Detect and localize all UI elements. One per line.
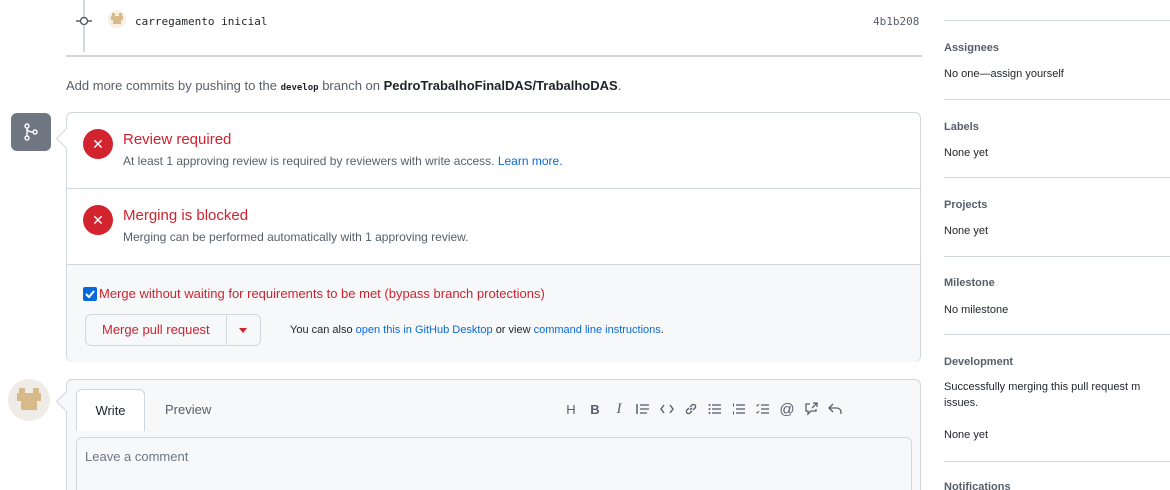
development-text-continued: issues. bbox=[944, 397, 979, 409]
reference-icon[interactable] bbox=[799, 398, 823, 420]
review-desc-text: At least 1 approving review is required … bbox=[123, 154, 495, 168]
bypass-option: Merge without waiting for requirements t… bbox=[83, 286, 545, 301]
tab-write[interactable]: Write bbox=[76, 389, 145, 431]
commit-author-avatar[interactable] bbox=[108, 10, 126, 28]
ordered-list-icon[interactable] bbox=[727, 398, 751, 420]
push-note-middle: branch on bbox=[322, 78, 381, 93]
also-suffix: . bbox=[660, 324, 664, 336]
also-middle: or view bbox=[495, 324, 531, 336]
branch-name: develop bbox=[280, 83, 319, 93]
divider bbox=[944, 461, 1170, 462]
merging-blocked-title: Merging is blocked bbox=[123, 207, 249, 224]
divider bbox=[944, 99, 1170, 100]
heading-icon[interactable]: H bbox=[559, 398, 583, 420]
unordered-list-icon[interactable] bbox=[703, 398, 727, 420]
assignees-heading[interactable]: Assignees bbox=[944, 42, 999, 54]
push-note-prefix: Add more commits by pushing to the bbox=[66, 78, 277, 93]
push-note: Add more commits by pushing to the devel… bbox=[66, 78, 621, 93]
development-heading[interactable]: Development bbox=[944, 356, 1013, 368]
merging-blocked-desc: Merging can be performed automatically w… bbox=[123, 230, 469, 244]
notifications-heading: Notifications bbox=[944, 481, 1011, 490]
merge-action-section: Merge without waiting for requirements t… bbox=[67, 265, 920, 362]
italic-icon[interactable]: I bbox=[607, 398, 631, 420]
repo-name: PedroTrabalhoFinalDAS/TrabalhoDAS bbox=[383, 78, 618, 93]
quote-icon[interactable] bbox=[631, 398, 655, 420]
link-icon[interactable] bbox=[679, 398, 703, 420]
bypass-checkbox[interactable] bbox=[83, 286, 97, 301]
task-list-icon[interactable] bbox=[751, 398, 775, 420]
merge-box: ✕ Review required At least 1 approving r… bbox=[66, 112, 921, 362]
markdown-toolbar: H B I @ bbox=[559, 398, 847, 420]
divider bbox=[66, 55, 922, 57]
labels-heading[interactable]: Labels bbox=[944, 121, 979, 133]
learn-more-link[interactable]: Learn more. bbox=[498, 154, 563, 168]
sidebar: Assignees No one—assign yourself Labels … bbox=[944, 0, 1170, 490]
git-merge-icon bbox=[11, 113, 51, 151]
push-note-suffix: . bbox=[617, 78, 622, 93]
review-required-desc: At least 1 approving review is required … bbox=[123, 154, 563, 168]
merge-pull-request-button[interactable]: Merge pull request bbox=[86, 315, 227, 345]
assignees-value[interactable]: No one—assign yourself bbox=[944, 68, 1064, 80]
merge-alternatives: You can also open this in GitHub Desktop… bbox=[290, 324, 664, 336]
bold-icon[interactable]: B bbox=[583, 398, 607, 420]
comment-textarea[interactable]: Leave a comment bbox=[76, 437, 912, 490]
divider bbox=[944, 177, 1170, 178]
development-text: Successfully merging this pull request m bbox=[944, 381, 1141, 393]
code-icon[interactable] bbox=[655, 398, 679, 420]
divider bbox=[944, 256, 1170, 257]
milestone-heading[interactable]: Milestone bbox=[944, 277, 995, 289]
projects-value: None yet bbox=[944, 225, 989, 237]
command-line-link[interactable]: command line instructions bbox=[534, 324, 661, 336]
milestone-value: No milestone bbox=[944, 304, 1009, 316]
x-circle-icon: ✕ bbox=[83, 205, 113, 235]
commit-icon bbox=[76, 16, 92, 26]
review-required-title: Review required bbox=[123, 131, 232, 148]
x-circle-icon: ✕ bbox=[83, 129, 113, 159]
commit-message-link[interactable]: carregamento inicial bbox=[135, 15, 267, 28]
also-prefix: You can also bbox=[290, 324, 353, 336]
reply-icon[interactable] bbox=[823, 398, 847, 420]
merge-button-group: Merge pull request bbox=[85, 314, 261, 346]
triangle-down-icon bbox=[239, 327, 248, 333]
avatar[interactable] bbox=[8, 379, 50, 421]
divider bbox=[944, 334, 1170, 335]
commit-row: carregamento inicial 4b1b208 bbox=[0, 8, 928, 32]
comment-form: Write Preview H B I @ Leave a comment bbox=[66, 379, 921, 490]
projects-heading[interactable]: Projects bbox=[944, 199, 987, 211]
bypass-label[interactable]: Merge without waiting for requirements t… bbox=[99, 286, 545, 301]
labels-value: None yet bbox=[944, 147, 989, 159]
development-value: None yet bbox=[944, 429, 989, 441]
review-required-section: ✕ Review required At least 1 approving r… bbox=[67, 113, 920, 189]
commit-sha-link[interactable]: 4b1b208 bbox=[873, 15, 919, 28]
merge-options-dropdown[interactable] bbox=[227, 315, 260, 345]
merging-blocked-section: ✕ Merging is blocked Merging can be perf… bbox=[67, 189, 920, 265]
divider bbox=[944, 20, 1170, 21]
open-desktop-link[interactable]: open this in GitHub Desktop bbox=[356, 324, 493, 336]
mention-icon[interactable]: @ bbox=[775, 398, 799, 420]
tab-preview[interactable]: Preview bbox=[165, 402, 211, 417]
